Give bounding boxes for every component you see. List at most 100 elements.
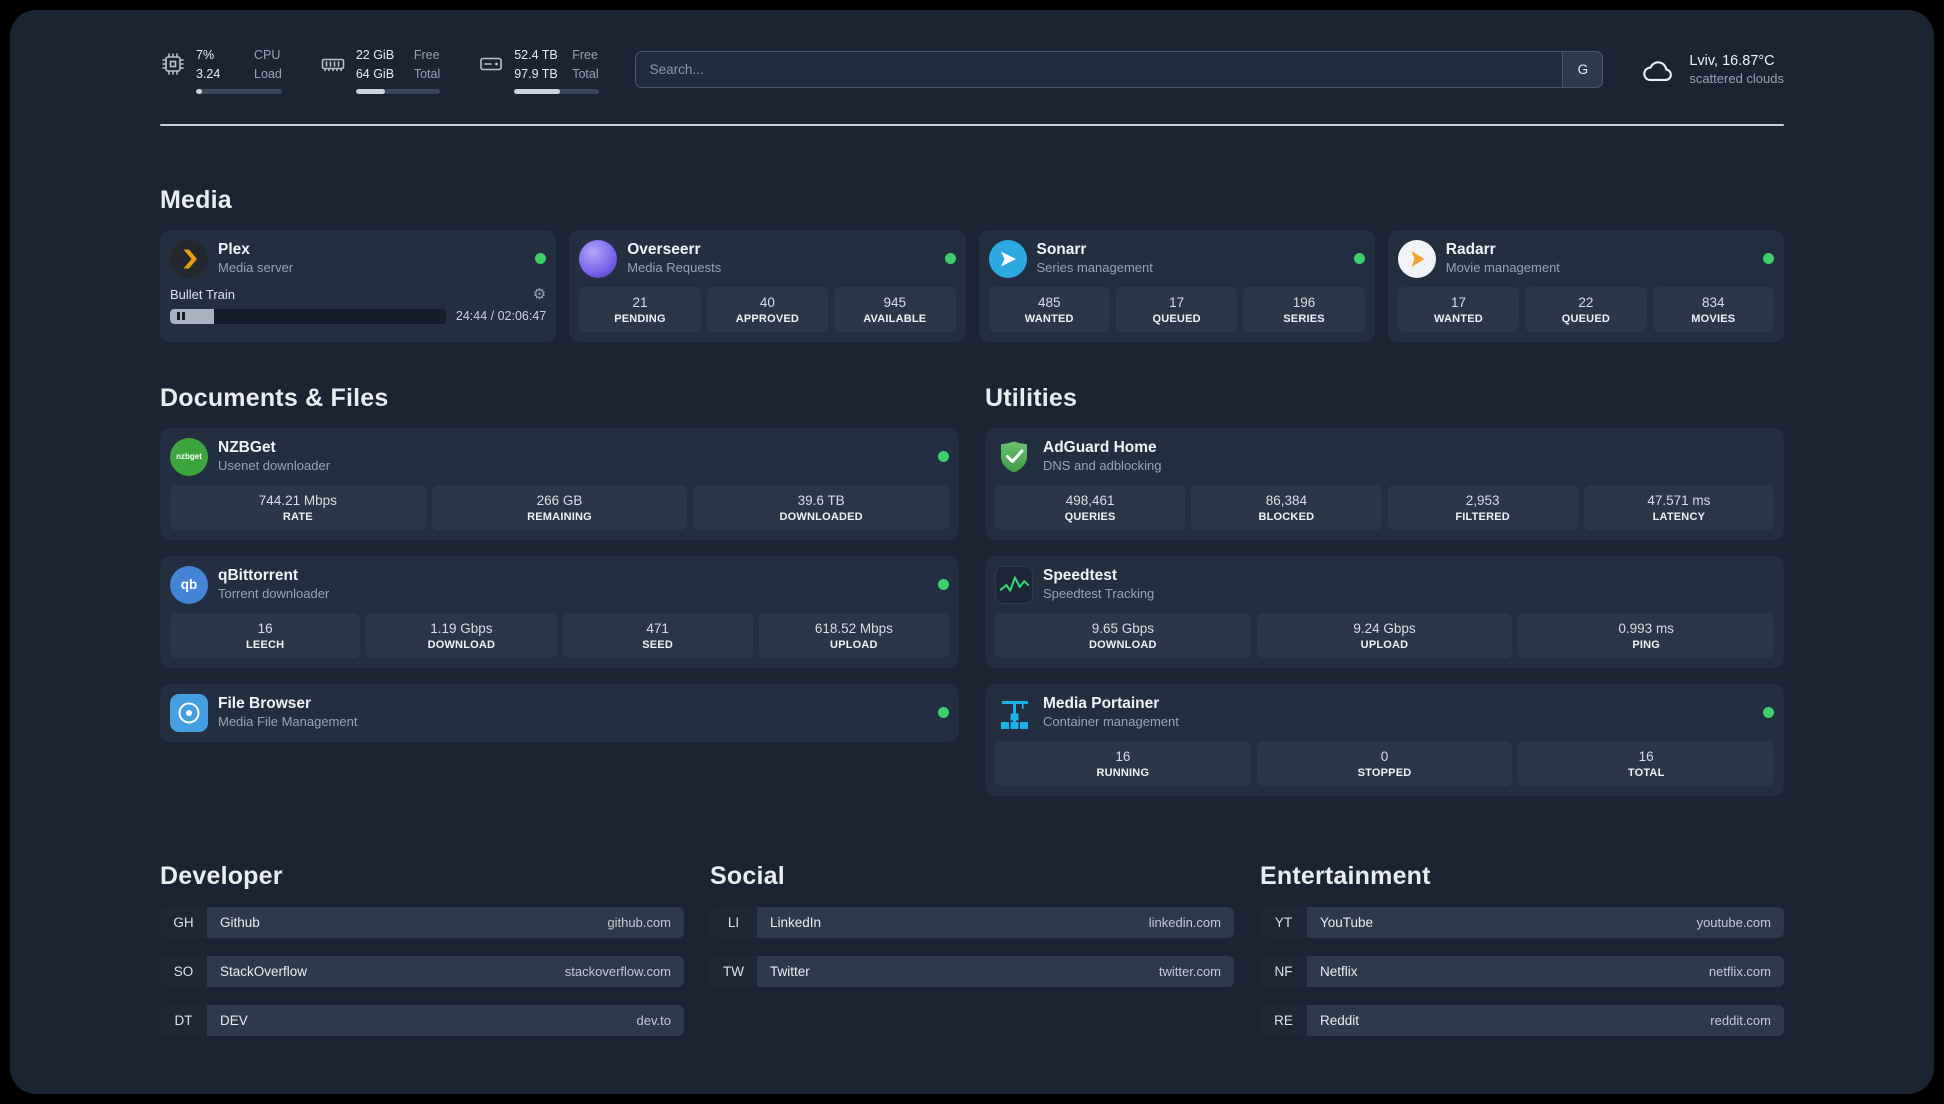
section-title-utilities: Utilities [985,383,1078,412]
documents-column: Documents & Files nzbget NZBGet Usenet d… [160,384,959,742]
memory-free-label: Free [413,48,440,62]
stat-value: 196 [1292,294,1316,310]
app-name: Media Portainer [1043,694,1160,712]
app-card-speedtest[interactable]: Speedtest Speedtest Tracking 9.65 Gbps D… [985,555,1784,668]
app-header: qb qBittorrent Torrent downloader [170,565,949,604]
stat-value: 1.19 Gbps [430,620,493,636]
app-name: Speedtest [1043,566,1118,584]
search-provider-button[interactable]: G [1562,51,1604,89]
bookmark-domain: dev.to [636,1012,671,1028]
playback-progress-bar[interactable] [170,308,446,324]
app-card-portainer[interactable]: Media Portainer Container management 16 … [985,683,1784,796]
bookmark-name: StackOverflow [220,963,308,979]
app-card-nzbget[interactable]: nzbget NZBGet Usenet downloader 744.21 M… [160,427,959,540]
stat-tile: 471 SEED [562,612,753,658]
stat-tile: 16 LEECH [170,612,361,658]
app-card-sonarr[interactable]: Sonarr Series management 485 WANTED 17 Q… [978,229,1375,342]
stat-label: QUEUED [1561,312,1611,325]
stat-label: REMAINING [527,510,592,523]
stat-tile: 498,461 QUERIES [995,484,1186,530]
stat-label: LATENCY [1652,510,1706,523]
bookmark-abbr: LI [710,906,757,938]
bookmark-name: LinkedIn [770,914,822,930]
disk-total-value: 97.9 TB [514,66,558,81]
disk-widget: 52.4 TB 97.9 TB Free Total [478,46,599,94]
stat-value: 485 [1037,294,1061,310]
stat-label: DOWNLOADED [779,510,863,523]
plex-now-playing: Bullet Train ⚙︎ 24:44 / 02:06:47 [170,287,546,324]
app-card-filebrowser[interactable]: File Browser Media File Management [160,683,959,742]
memory-total-value: 64 GiB [355,66,395,81]
memory-icon [321,58,345,72]
bookmark-dev[interactable]: DT DEV dev.to [160,1004,684,1036]
status-dot [938,451,949,462]
gear-icon[interactable]: ⚙︎ [533,287,546,302]
stat-label: UPLOAD [830,638,878,651]
plex-icon [170,239,208,278]
memory-free-value: 22 GiB [355,48,395,62]
bookmarks: Developer GH Github github.com SO StackO… [160,862,1784,1076]
cpu-progress-fill [196,88,202,94]
disk-progress-fill [514,88,560,94]
app-subtitle: Media Requests [627,260,722,276]
app-stats: 21 PENDING 40 APPROVED 945 AVAILABLE [579,286,956,332]
stat-tile: 945 AVAILABLE [834,286,956,332]
stat-tile: 17 WANTED [1397,286,1520,332]
app-header: nzbget NZBGet Usenet downloader [170,437,949,476]
app-subtitle: Series management [1036,260,1153,276]
nzbget-icon: nzbget [170,437,208,476]
stat-tile: 485 WANTED [988,286,1110,332]
app-header: Plex Media server [170,239,547,278]
stat-label: STOPPED [1357,766,1412,779]
stat-tile: 9.65 Gbps DOWNLOAD [995,612,1251,658]
bookmark-domain: netflix.com [1708,963,1771,979]
bookmark-github[interactable]: GH Github github.com [160,906,684,938]
stat-value: 834 [1702,294,1725,310]
playback-time: 24:44 / 02:06:47 [455,309,547,323]
disk-progress-bar [514,88,599,94]
stat-tile: 16 RUNNING [995,740,1251,786]
bookmark-stackoverflow[interactable]: SO StackOverflow stackoverflow.com [160,955,684,987]
stat-value: 471 [646,620,669,636]
weather-condition: scattered clouds [1689,71,1784,87]
bookmark-reddit[interactable]: RE Reddit reddit.com [1260,1004,1784,1036]
stat-label: PENDING [614,312,666,325]
app-card-qbittorrent[interactable]: qb qBittorrent Torrent downloader 16 LEE… [160,555,959,668]
app-card-radarr[interactable]: Radarr Movie management 17 WANTED 22 QUE… [1387,229,1784,342]
stat-value: 47.571 ms [1647,492,1711,508]
app-subtitle: Container management [1043,714,1179,730]
bookmark-netflix[interactable]: NF Netflix netflix.com [1260,955,1784,987]
memory-progress-fill [355,88,385,94]
memory-progress-bar [355,88,441,94]
stat-value: 39.6 TB [797,492,845,508]
app-card-plex[interactable]: Plex Media server Bullet Train ⚙︎ 24:44 … [160,229,557,342]
bookmark-name: DEV [220,1012,248,1028]
cpu-load-value: 3.24 [196,66,221,81]
radarr-icon [1397,239,1436,278]
app-card-overseerr[interactable]: Overseerr Media Requests 21 PENDING 40 A… [569,229,966,342]
cpu-icon [162,53,184,75]
app-name: qBittorrent [218,566,299,584]
pause-icon[interactable] [177,312,185,320]
utilities-column: Utilities AdGuard Home DNS and adblockin… [985,384,1784,796]
playback-progress-fill [170,308,215,324]
topbar-divider [160,123,1784,126]
search-input[interactable] [634,51,1604,89]
stat-label: QUEUED [1152,312,1201,325]
app-subtitle: DNS and adblocking [1043,458,1162,474]
bookmark-linkedin[interactable]: LI LinkedIn linkedin.com [710,906,1234,938]
bookmark-twitter[interactable]: TW Twitter twitter.com [710,955,1234,987]
stat-value: 22 [1578,294,1594,310]
app-subtitle: Usenet downloader [218,458,331,474]
stat-value: 266 GB [536,492,583,508]
bookmark-domain: reddit.com [1710,1012,1771,1028]
stat-label: UPLOAD [1360,638,1409,651]
app-name: Overseerr [627,240,701,258]
stat-value: 0.993 ms [1618,620,1674,636]
stat-tile: 16 TOTAL [1518,740,1775,786]
qbittorrent-icon: qb [170,565,208,604]
stat-value: 0 [1380,748,1389,764]
app-card-adguard[interactable]: AdGuard Home DNS and adblocking 498,461 … [985,427,1784,540]
bookmark-youtube[interactable]: YT YouTube youtube.com [1260,906,1784,938]
bookmark-abbr: DT [160,1004,207,1036]
